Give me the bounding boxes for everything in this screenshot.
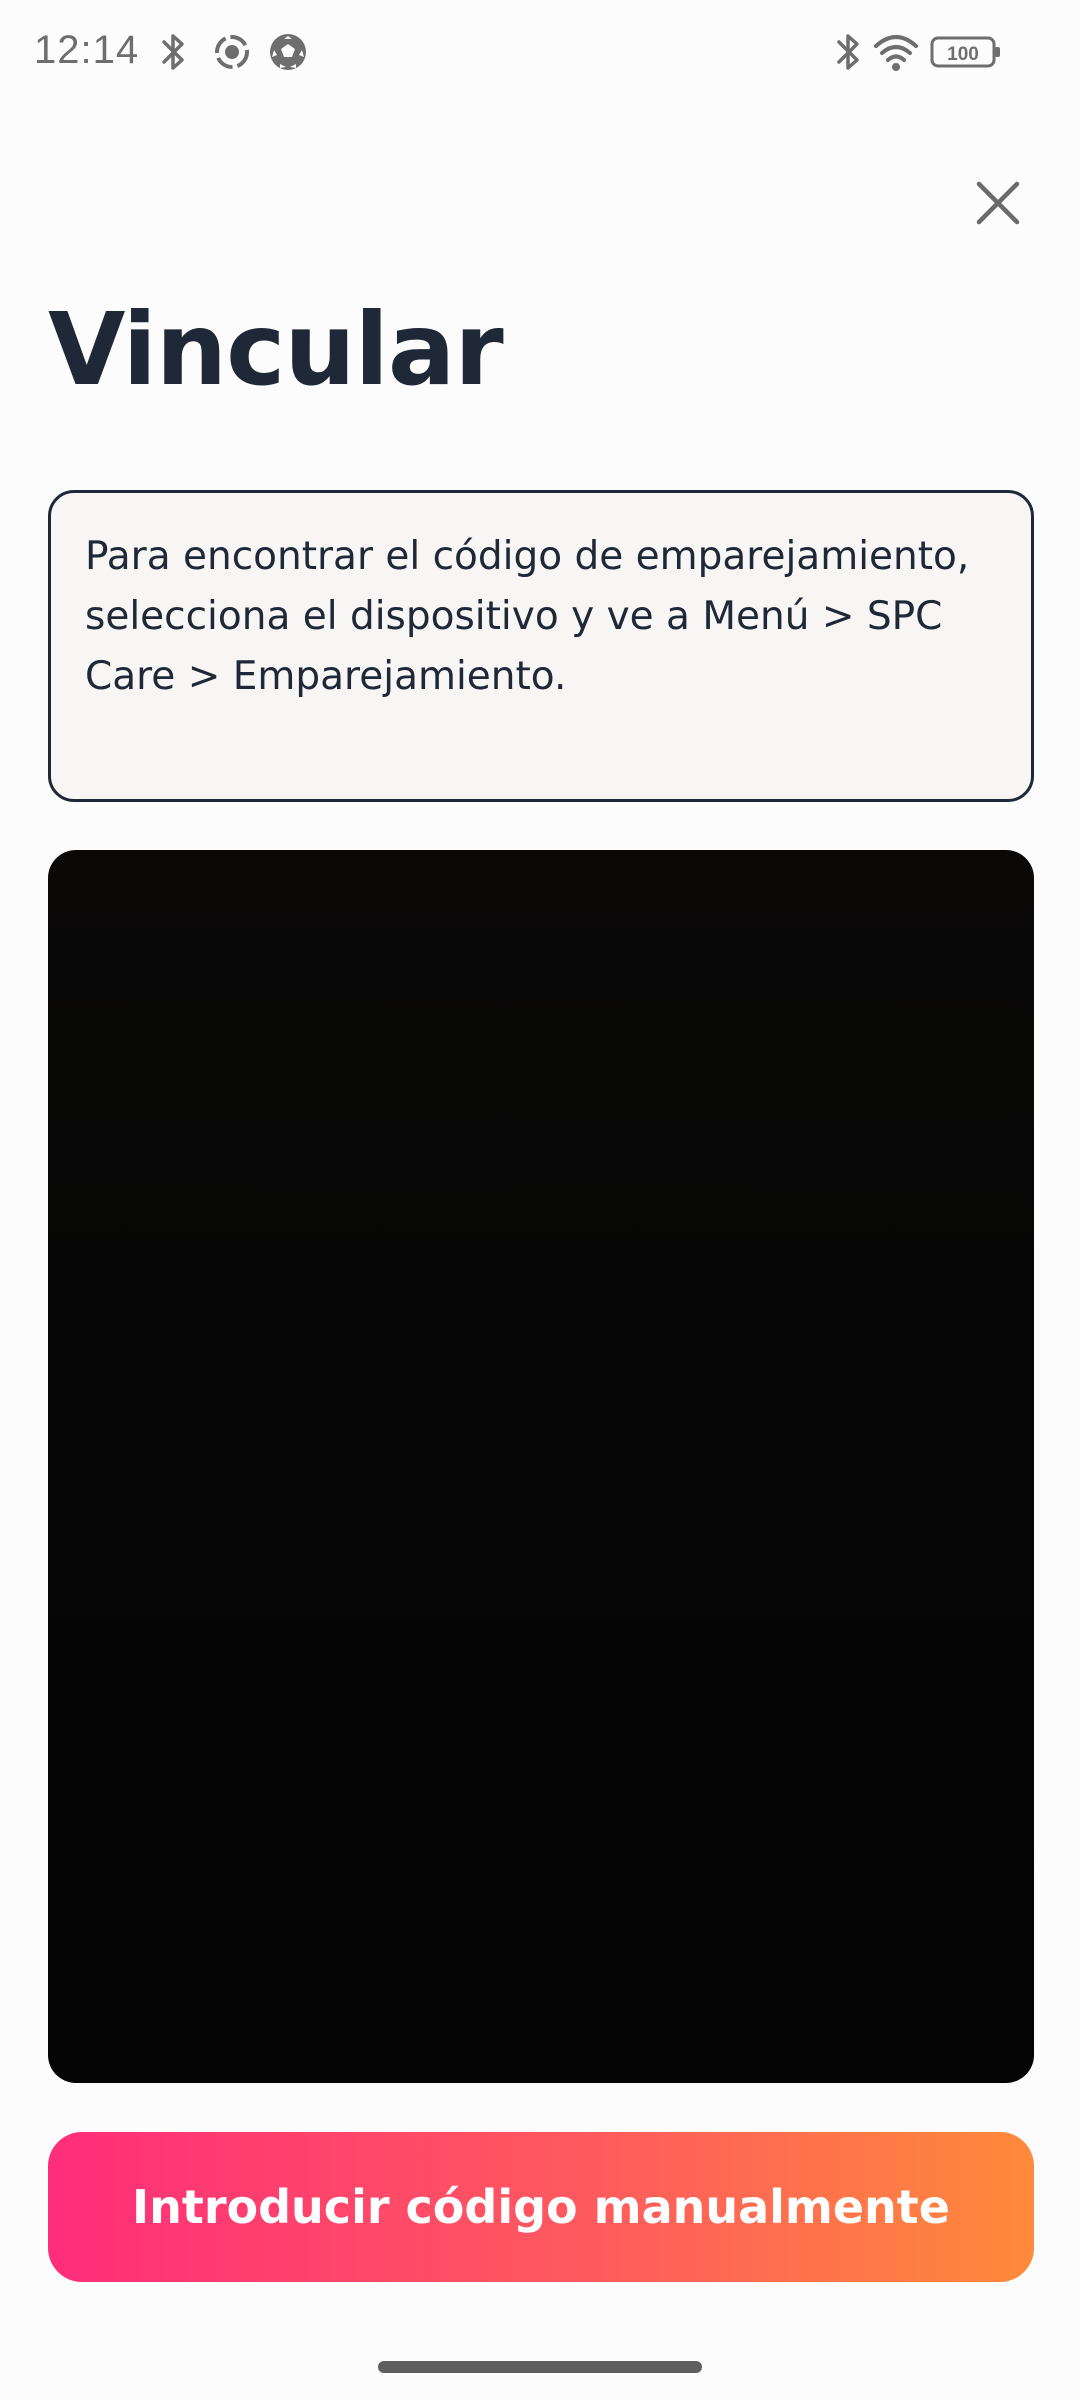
wifi-icon (872, 30, 920, 74)
camera-viewfinder[interactable] (48, 850, 1034, 2083)
close-button[interactable] (960, 165, 1035, 240)
home-indicator[interactable] (378, 2361, 702, 2373)
status-time: 12:14 (34, 28, 140, 72)
info-text: Para encontrar el código de emparejamien… (85, 534, 970, 699)
info-box: Para encontrar el código de emparejamien… (48, 490, 1034, 802)
battery-icon: 100 (930, 30, 1002, 74)
screen-record-icon (210, 30, 254, 74)
status-bar: 12:14 100 (0, 0, 1080, 105)
soccer-ball-icon (266, 30, 310, 74)
battery-level: 100 (947, 44, 979, 65)
pairing-screen: 12:14 100 Vincular Para encontrar el cód… (0, 0, 1080, 2400)
close-icon (976, 181, 1019, 224)
manual-code-button[interactable]: Introducir código manualmente (48, 2132, 1034, 2282)
bluetooth-icon (160, 30, 188, 74)
page-title: Vincular (48, 291, 504, 408)
bluetooth-icon (835, 30, 863, 74)
